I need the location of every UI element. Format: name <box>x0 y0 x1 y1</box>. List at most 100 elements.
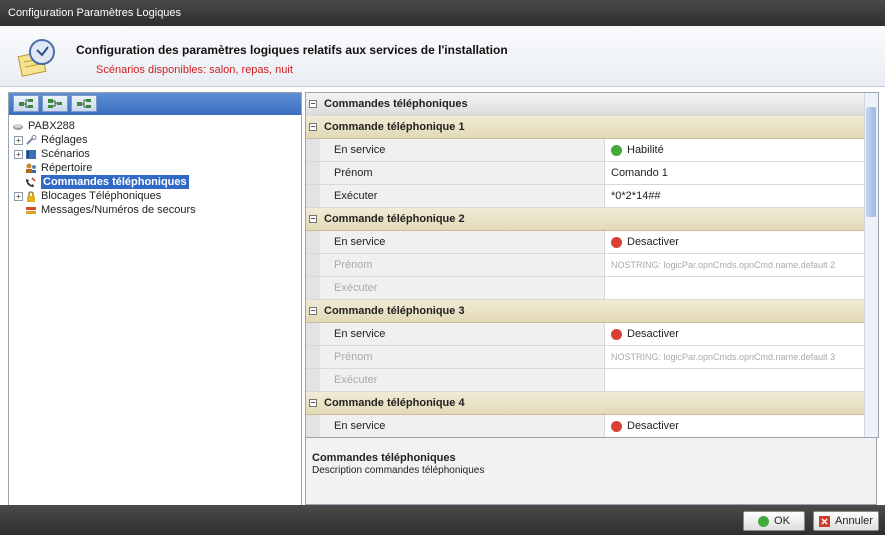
property-grid: − Commandes téléphoniques − Commande tél… <box>305 92 879 438</box>
description-text: Description commandes téléphoniques <box>312 465 485 476</box>
property-name: En service <box>320 323 605 345</box>
property-value: NOSTRING: logicPar.opnCmds.opnCmd.name.d… <box>611 352 836 362</box>
tree-view: PABX288 + Réglages + Scénarios Répertoir… <box>9 115 301 217</box>
property-value[interactable]: Habilité <box>605 139 864 161</box>
property-row[interactable]: En service Desactiver <box>306 231 864 254</box>
category-row[interactable]: − Commande téléphonique 2 <box>306 208 864 231</box>
vertical-scrollbar[interactable] <box>864 93 878 437</box>
description-panel: Commandes téléphoniques Description comm… <box>305 437 877 505</box>
cancel-button-label: Annuler <box>835 515 873 527</box>
property-name: Prénom <box>320 346 605 368</box>
dialog-footer: OK Annuler <box>0 505 885 535</box>
category-row[interactable]: − Commande téléphonique 4 <box>306 392 864 415</box>
property-value[interactable]: Desactiver <box>605 323 864 345</box>
property-value <box>605 277 864 299</box>
page-header: Configuration des paramètres logiques re… <box>0 26 885 87</box>
tree-item-commandes[interactable]: Commandes téléphoniques <box>12 175 301 189</box>
tree-item-blocages[interactable]: + Blocages Téléphoniques <box>12 189 301 203</box>
tree-view-icon <box>77 99 91 108</box>
category-label: Commande téléphonique 3 <box>324 305 465 317</box>
tree-collapse-icon <box>48 99 62 108</box>
description-title: Commandes téléphoniques <box>312 452 456 464</box>
grid-root-row[interactable]: − Commandes téléphoniques <box>306 93 864 116</box>
collapse-icon[interactable]: − <box>309 123 317 131</box>
category-row[interactable]: − Commande téléphonique 3 <box>306 300 864 323</box>
disabled-icon <box>611 328 622 340</box>
property-grid-rows: − Commandes téléphoniques − Commande tél… <box>306 93 864 437</box>
expand-toggle[interactable]: + <box>14 191 23 201</box>
disabled-icon <box>611 236 622 248</box>
property-name: Prénom <box>320 254 605 276</box>
check-icon <box>611 144 622 156</box>
tree-root[interactable]: PABX288 <box>12 119 301 133</box>
expand-toggle[interactable]: + <box>14 135 23 145</box>
property-name: En service <box>320 415 605 437</box>
category-row[interactable]: − Commande téléphonique 1 <box>306 116 864 139</box>
property-value <box>605 369 864 391</box>
property-value-text: Desactiver <box>627 328 679 340</box>
property-name: Exécuter <box>320 369 605 391</box>
collapse-all-button[interactable] <box>42 95 68 112</box>
property-value: NOSTRING: logicPar.opnCmds.opnCmd.name.d… <box>611 260 836 270</box>
phone-icon <box>26 176 36 187</box>
property-name: Exécuter <box>320 277 605 299</box>
property-value-text: Habilité <box>627 144 664 156</box>
tree-item-label: Blocages Téléphoniques <box>41 190 162 202</box>
book-icon <box>26 149 36 159</box>
tree-item-messages[interactable]: Messages/Numéros de secours <box>12 203 301 217</box>
property-value[interactable]: Comando 1 <box>605 162 864 184</box>
tree-toolbar <box>9 93 301 115</box>
property-value-text: Desactiver <box>627 420 679 432</box>
close-icon <box>819 515 831 527</box>
wrench-icon <box>26 134 37 145</box>
expand-toggle[interactable]: + <box>14 149 23 159</box>
property-row: Prénom NOSTRING: logicPar.opnCmds.opnCmd… <box>306 254 864 277</box>
cancel-button[interactable]: Annuler <box>813 511 879 531</box>
grid-root-label: Commandes téléphoniques <box>324 98 468 110</box>
property-value-text: Desactiver <box>627 236 679 248</box>
property-row: Exécuter <box>306 277 864 300</box>
ok-button[interactable]: OK <box>743 511 805 531</box>
property-row: Prénom NOSTRING: logicPar.opnCmds.opnCmd… <box>306 346 864 369</box>
tree-panel: PABX288 + Réglages + Scénarios Répertoir… <box>8 92 302 507</box>
tree-item-label: Répertoire <box>41 162 93 174</box>
property-value[interactable]: Desactiver <box>605 415 864 437</box>
settings-clock-icon <box>17 39 55 77</box>
tree-item-scenarios[interactable]: + Scénarios <box>12 147 301 161</box>
window-titlebar: Configuration Paramètres Logiques <box>0 0 885 26</box>
property-value[interactable]: Desactiver <box>605 231 864 253</box>
tree-view-button[interactable] <box>71 95 97 112</box>
property-row[interactable]: En service Habilité <box>306 139 864 162</box>
property-value[interactable]: *0*2*14## <box>605 185 864 207</box>
tree-root-label: PABX288 <box>28 120 75 132</box>
property-row[interactable]: Prénom Comando 1 <box>306 162 864 185</box>
property-row[interactable]: Exécuter *0*2*14## <box>306 185 864 208</box>
emergency-icon <box>26 206 36 214</box>
lock-icon <box>27 190 35 202</box>
tree-expand-icon <box>19 99 33 108</box>
category-label: Commande téléphonique 2 <box>324 213 465 225</box>
check-icon <box>758 515 770 527</box>
property-name: En service <box>320 231 605 253</box>
property-row: Exécuter <box>306 369 864 392</box>
scrollbar-thumb[interactable] <box>866 107 876 217</box>
tree-item-label: Réglages <box>41 134 88 146</box>
collapse-icon[interactable]: − <box>309 399 317 407</box>
category-label: Commande téléphonique 4 <box>324 397 465 409</box>
tree-item-reglages[interactable]: + Réglages <box>12 133 301 147</box>
collapse-icon[interactable]: − <box>309 307 317 315</box>
window-title: Configuration Paramètres Logiques <box>8 7 182 19</box>
tree-item-repertoire[interactable]: Répertoire <box>12 161 301 175</box>
collapse-icon[interactable]: − <box>309 215 317 223</box>
pbx-icon <box>13 123 23 130</box>
header-subtitle: Scénarios disponibles: salon, repas, nui… <box>96 64 293 76</box>
tree-item-label: Scénarios <box>41 148 90 160</box>
collapse-icon[interactable]: − <box>309 100 317 108</box>
category-label: Commande téléphonique 1 <box>324 121 465 133</box>
ok-button-label: OK <box>774 515 790 527</box>
expand-all-button[interactable] <box>13 95 39 112</box>
property-row[interactable]: En service Desactiver <box>306 415 864 437</box>
property-row[interactable]: En service Desactiver <box>306 323 864 346</box>
disabled-icon <box>611 420 622 432</box>
property-name: Exécuter <box>320 185 605 207</box>
